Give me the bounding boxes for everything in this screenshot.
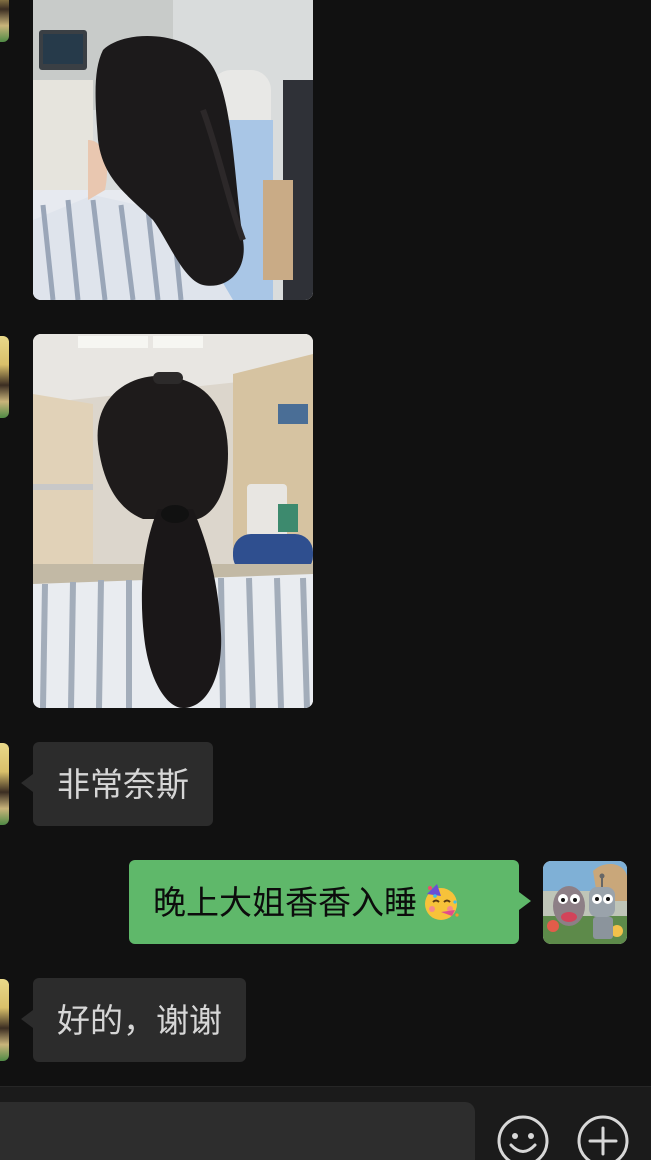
contact-avatar[interactable] [0,336,9,418]
message-text: 晚上大姐香香入睡 [153,882,417,922]
partying-face-emoji-icon [425,884,459,920]
chat-image-long-hair[interactable] [33,0,313,300]
smile-icon[interactable] [496,1114,550,1160]
incoming-message-bubble[interactable]: 好的，谢谢 [21,978,246,1062]
my-avatar[interactable] [543,861,627,944]
plus-icon[interactable] [576,1114,630,1160]
chat-image-ponytail[interactable] [33,334,313,708]
ponytail-photo [33,334,313,708]
message-input[interactable] [0,1102,475,1160]
message-text: 非常奈斯 [57,764,189,804]
contact-avatar[interactable] [0,743,9,825]
incoming-message-bubble[interactable]: 非常奈斯 [21,742,213,826]
message-text: 好的，谢谢 [57,1000,222,1040]
cartoon-avatar-image [543,861,627,944]
contact-avatar[interactable] [0,979,9,1061]
long-hair-photo [33,0,313,300]
chat-screen: 非常奈斯 晚上大姐香香入睡 好的，谢谢 [0,0,651,1160]
outgoing-message-bubble[interactable]: 晚上大姐香香入睡 [129,860,531,944]
contact-avatar[interactable] [0,0,9,42]
